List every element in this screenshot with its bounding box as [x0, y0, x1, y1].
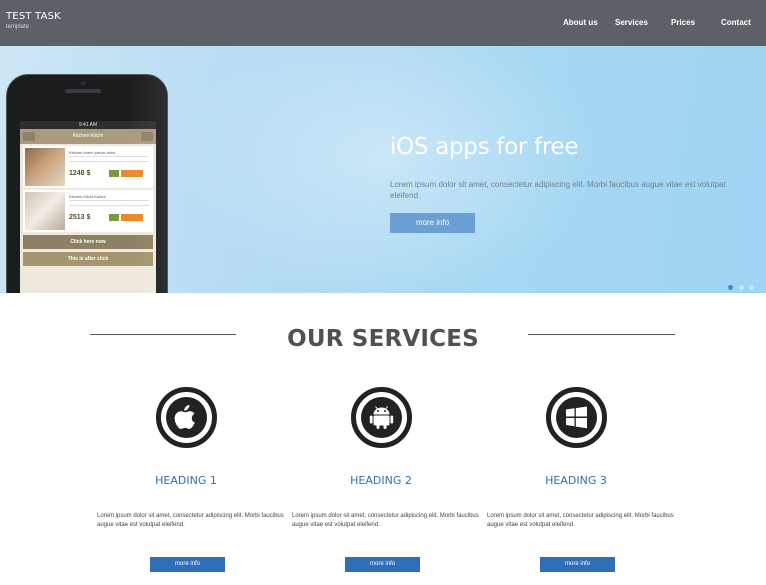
slider-dot-2[interactable] — [738, 285, 744, 290]
hero-title: iOS apps for free — [390, 134, 579, 160]
kitchen-thumbnail — [25, 148, 65, 186]
phone-shine — [127, 75, 167, 293]
app-title: Kitchen Kitchi — [72, 133, 104, 139]
nav-about-us[interactable]: About us — [563, 18, 598, 27]
service-heading-2: HEADING 2 — [350, 474, 412, 487]
slider-pagination — [727, 277, 754, 293]
site-header: TEST TASK template About us Services Pri… — [0, 0, 766, 46]
item-price: 1248 $ — [69, 170, 91, 177]
phone-camera — [81, 81, 86, 86]
service-text-1: Lorem ipsum dolor sit amet, consectetur … — [97, 513, 284, 528]
item-green-tag — [109, 214, 119, 221]
phone-speaker — [65, 89, 101, 93]
hero-text: Lorem ipsum dolor sit amet, consectetur … — [390, 180, 726, 200]
item-title: Kitchen Kitchi Kutchi — [69, 194, 106, 199]
hero-glow — [180, 46, 600, 293]
service-heading-1: HEADING 1 — [155, 474, 217, 487]
item-price: 2513 $ — [69, 214, 91, 221]
android-icon — [351, 387, 412, 448]
windows-icon — [546, 387, 607, 448]
logo-subtitle: template — [6, 24, 30, 30]
service-more-info-button-1[interactable]: more info — [150, 557, 225, 572]
logo[interactable]: TEST TASK template — [6, 11, 61, 30]
slider-dot-1[interactable] — [728, 285, 734, 290]
services-title: OUR SERVICES — [287, 326, 479, 352]
service-text-2: Lorem ipsum dolor sit amet, consectetur … — [292, 513, 479, 528]
nav-services[interactable]: Services — [615, 18, 648, 27]
item-title: Kitchen lorem ipsum dolor — [69, 150, 116, 155]
nav-prices[interactable]: Prices — [671, 18, 695, 27]
menu-icon — [23, 132, 35, 141]
phone-image: 9:41 AM Kitchen Kitchi Kitchen lorem ips… — [6, 74, 168, 293]
service-more-info-button-3[interactable]: more info — [540, 557, 615, 572]
service-more-info-button-2[interactable]: more info — [345, 557, 420, 572]
kitchen-thumbnail — [25, 192, 65, 230]
item-green-tag — [109, 170, 119, 177]
hero-more-info-button[interactable]: more info — [390, 213, 475, 233]
service-heading-3: HEADING 3 — [545, 474, 607, 487]
logo-title: TEST TASK — [6, 11, 61, 22]
nav-contact[interactable]: Contact — [721, 18, 751, 27]
hero-slider: 9:41 AM Kitchen Kitchi Kitchen lorem ips… — [0, 46, 766, 293]
service-text-3: Lorem ipsum dolor sit amet, consectetur … — [487, 513, 674, 528]
slider-dot-3[interactable] — [749, 285, 754, 290]
apple-icon — [156, 387, 217, 448]
